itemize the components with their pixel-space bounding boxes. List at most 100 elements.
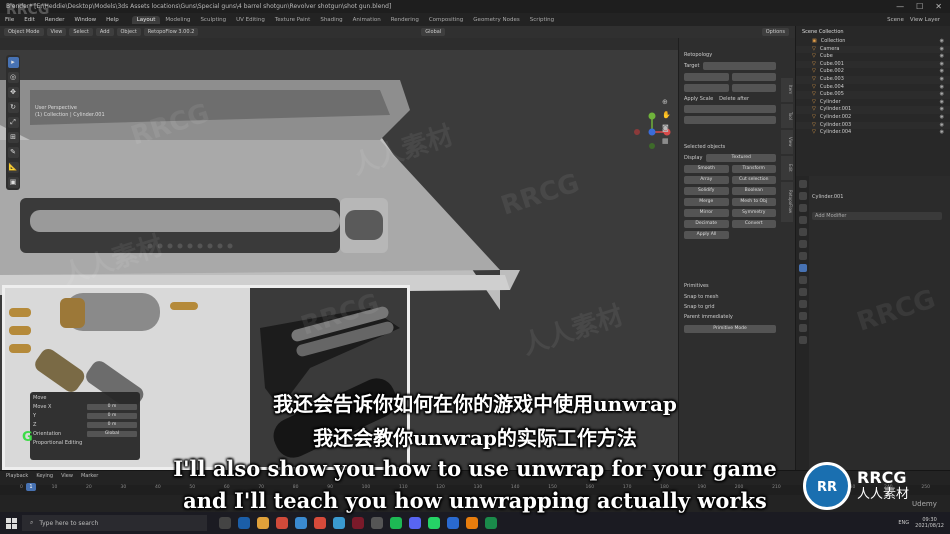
physics-icon[interactable] xyxy=(798,288,807,296)
select-box-icon[interactable]: ▸ xyxy=(7,57,19,68)
eye-icon[interactable]: ◉ xyxy=(940,122,950,130)
grid-view-icon[interactable]: ▦ xyxy=(662,137,670,145)
snap-mesh-checkbox[interactable]: Snap to mesh xyxy=(684,294,776,300)
retopoflow-menu[interactable]: RetopoFlow 3.00.2 xyxy=(143,28,199,36)
view-menu[interactable]: View xyxy=(46,28,67,36)
camera-icon[interactable]: ◙ xyxy=(662,124,670,132)
object-menu[interactable]: Object xyxy=(116,28,141,36)
edge-icon[interactable] xyxy=(295,517,307,529)
section-title-primitives[interactable]: Primitives xyxy=(684,283,776,289)
tab-shading[interactable]: Shading xyxy=(315,16,347,24)
clock[interactable]: 09:30 2021/08/12 xyxy=(915,517,944,529)
section-title-retopology[interactable]: Retopology xyxy=(684,52,776,58)
outliner-row[interactable]: ▽ Cube ◉ xyxy=(796,53,950,61)
tab-uv-editing[interactable]: UV Editing xyxy=(231,16,270,24)
tab-texture-paint[interactable]: Texture Paint xyxy=(270,16,316,24)
target-field[interactable] xyxy=(703,62,776,70)
spotify-icon[interactable] xyxy=(390,517,402,529)
merge-button[interactable]: Merge xyxy=(684,198,729,206)
mail-icon[interactable] xyxy=(333,517,345,529)
tab-geometry-nodes[interactable]: Geometry Nodes xyxy=(468,16,524,24)
eye-icon[interactable]: ◉ xyxy=(940,38,950,46)
windows-start-icon[interactable] xyxy=(0,512,22,534)
outliner-row[interactable]: ▽ Cube.002 ◉ xyxy=(796,68,950,76)
add-cube-icon[interactable]: ▣ xyxy=(7,177,19,188)
annotate-icon[interactable]: ✎ xyxy=(7,147,19,158)
maximize-button[interactable]: ☐ xyxy=(916,0,923,13)
tab-layout[interactable]: Layout xyxy=(131,15,161,24)
outliner-row[interactable]: ▽ Cylinder.002 ◉ xyxy=(796,114,950,122)
view-layer-icon[interactable] xyxy=(798,216,807,224)
add-menu[interactable]: Add xyxy=(95,28,114,36)
outliner-row[interactable]: ▽ Cube.004 ◉ xyxy=(796,84,950,92)
outliner-row[interactable]: ▽ Camera ◉ xyxy=(796,45,950,54)
constraints-icon[interactable] xyxy=(798,300,807,308)
blender-icon[interactable] xyxy=(466,517,478,529)
tab-retopoflow[interactable]: RetopoFlow xyxy=(781,182,793,222)
tab-animation[interactable]: Animation xyxy=(348,16,386,24)
parent-immediately-checkbox[interactable]: Parent immediately xyxy=(684,314,776,320)
mesh-to-obj-button[interactable]: Mesh to Obj xyxy=(731,198,776,206)
app-icon-red[interactable] xyxy=(276,517,288,529)
display-dropdown[interactable]: Textured xyxy=(706,154,776,162)
mode-dropdown[interactable]: Object Mode xyxy=(4,28,44,36)
task-view-icon[interactable] xyxy=(219,517,231,529)
outliner-row[interactable]: ▽ Cube.005 ◉ xyxy=(796,91,950,99)
mirror-button[interactable]: Mirror xyxy=(684,209,729,217)
solidify-button[interactable]: Solidify xyxy=(684,187,729,195)
tab-compositing[interactable]: Compositing xyxy=(424,16,468,24)
tab-sculpting[interactable]: Sculpting xyxy=(195,16,231,24)
app-icon-dark-red[interactable] xyxy=(352,517,364,529)
outliner-row[interactable]: ▽ Cylinder.003 ◉ xyxy=(796,121,950,130)
tab-rendering[interactable]: Rendering xyxy=(386,16,424,24)
eye-icon[interactable]: ◉ xyxy=(940,53,950,61)
eye-icon[interactable]: ◉ xyxy=(940,76,950,84)
boolean-button[interactable]: Boolean xyxy=(731,187,776,195)
object-props-icon[interactable] xyxy=(798,252,807,260)
smooth-button[interactable]: Smooth xyxy=(684,165,729,173)
minimize-button[interactable]: — xyxy=(896,0,904,13)
eye-icon[interactable]: ◉ xyxy=(940,114,950,122)
chrome-icon[interactable] xyxy=(314,517,326,529)
apply-all-button[interactable]: Apply All xyxy=(684,231,729,239)
outliner-row[interactable]: ▽ Cube.001 ◉ xyxy=(796,60,950,69)
tab-view[interactable]: View xyxy=(781,130,793,154)
eye-icon[interactable]: ◉ xyxy=(940,68,950,76)
scene-selector[interactable]: Scene xyxy=(887,17,904,23)
app-icon-grey[interactable] xyxy=(371,517,383,529)
np-button-6[interactable] xyxy=(684,116,776,124)
select-menu[interactable]: Select xyxy=(69,28,93,36)
pan-hand-icon[interactable]: ✋ xyxy=(662,111,671,119)
app-icon-blue[interactable] xyxy=(447,517,459,529)
outliner-row[interactable]: ▽ Cylinder.001 ◉ xyxy=(796,106,950,114)
scene-props-icon[interactable] xyxy=(798,228,807,236)
eye-icon[interactable]: ◉ xyxy=(940,99,950,107)
transform-orientation[interactable]: Global xyxy=(421,28,446,36)
close-button[interactable]: ✕ xyxy=(935,0,942,13)
eye-icon[interactable]: ◉ xyxy=(940,61,950,69)
cursor-icon[interactable]: ◎ xyxy=(7,72,19,83)
steam-icon[interactable] xyxy=(238,517,250,529)
world-props-icon[interactable] xyxy=(798,240,807,248)
file-explorer-icon[interactable] xyxy=(257,517,269,529)
primitive-mode-button[interactable]: Primitive Mode xyxy=(684,325,776,333)
app-icon-green[interactable] xyxy=(485,517,497,529)
snap-grid-checkbox[interactable]: Snap to grid xyxy=(684,304,776,310)
convert-button[interactable]: Convert xyxy=(731,220,776,228)
decimate-button[interactable]: Decimate xyxy=(684,220,729,228)
np-button-1[interactable] xyxy=(684,73,729,81)
render-props-icon[interactable] xyxy=(798,192,807,200)
np-button-4[interactable] xyxy=(731,84,776,92)
options-dropdown[interactable]: Options xyxy=(761,28,789,36)
menu-window[interactable]: Window xyxy=(69,17,101,23)
eye-icon[interactable]: ◉ xyxy=(940,84,950,92)
tab-item[interactable]: Item xyxy=(781,78,793,102)
tab-edit[interactable]: Edit xyxy=(781,156,793,180)
np-button-2[interactable] xyxy=(731,73,776,81)
particles-icon[interactable] xyxy=(798,276,807,284)
discord-icon[interactable] xyxy=(409,517,421,529)
tab-scripting[interactable]: Scripting xyxy=(525,16,559,24)
outliner-row[interactable]: ▽ Cylinder ◉ xyxy=(796,99,950,107)
tab-tool[interactable]: Tool xyxy=(781,104,793,128)
np-button-5[interactable] xyxy=(684,105,776,113)
